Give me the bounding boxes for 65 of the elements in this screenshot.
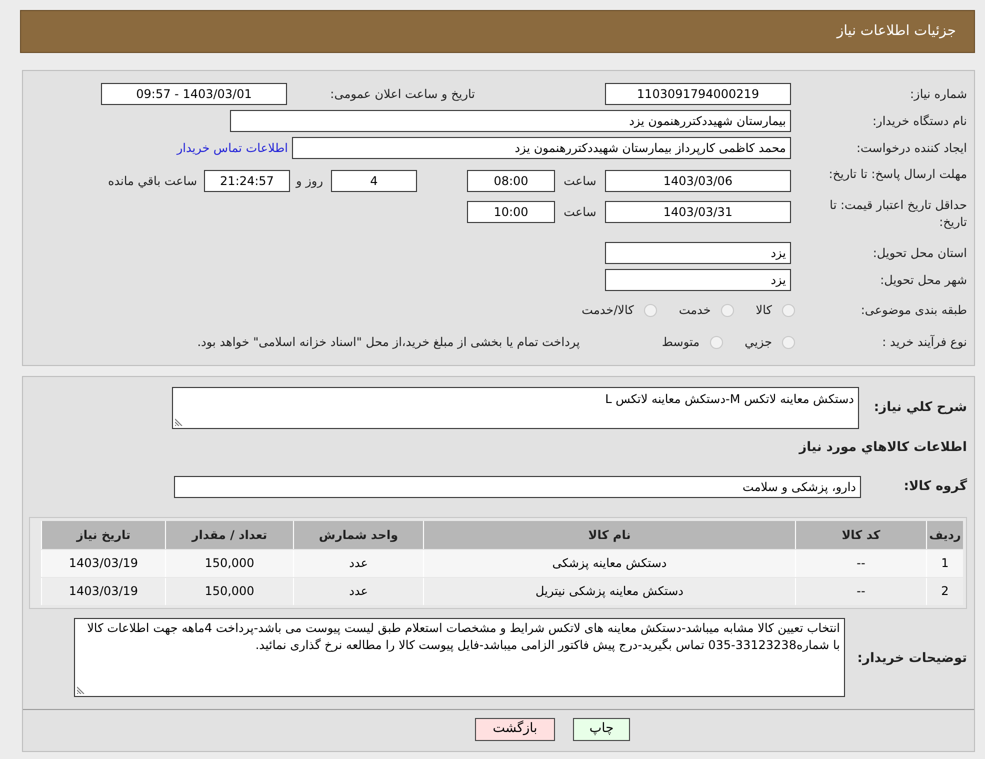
- input-field[interactable]: محمد کاظمی کارپرداز بیمارستان شهیددکتررهنمون یزد: [292, 137, 791, 159]
- column-header: تاریخ نیاز: [41, 520, 165, 548]
- table-cell: 150,000: [165, 550, 293, 576]
- field-label: شرح كلي نياز:: [872, 399, 967, 417]
- input-field[interactable]: یزد: [605, 269, 791, 291]
- radio-option[interactable]: خدمت: [678, 301, 734, 319]
- input-field[interactable]: 21:24:57: [204, 170, 290, 192]
- column-header: ردیف: [926, 520, 963, 548]
- contact-link[interactable]: اطلاعات تماس خریدار: [176, 137, 288, 159]
- process-note: پرداخت تمام یا بخشی از مبلغ خرید،از محل "اسناد خزانه اسلامی" خواهد بود.: [197, 334, 580, 351]
- input-field[interactable]: 1103091794000219: [605, 83, 791, 105]
- resize-grip-icon[interactable]: [77, 686, 85, 694]
- field-label: ایجاد کننده درخواست:: [855, 140, 967, 157]
- table-cell: عدد: [293, 578, 423, 604]
- field-label: استان محل تحویل:: [872, 245, 967, 262]
- radio-option[interactable]: کالا/خدمت: [582, 301, 657, 319]
- table-cell: --: [795, 550, 926, 576]
- table-cell: 1403/03/19: [41, 578, 165, 604]
- time-label: ساعت: [562, 204, 598, 221]
- input-field[interactable]: 1403/03/31: [605, 201, 791, 223]
- field-label: شماره نیاز:: [909, 86, 967, 103]
- table-cell: عدد: [293, 550, 423, 576]
- days-label: روز و: [296, 173, 323, 190]
- radio-option[interactable]: کالا: [756, 301, 795, 319]
- header-title: جزئیات اطلاعات نیاز: [836, 22, 956, 41]
- description-text: دستکش معاینه لاتکس M-دستکش معاینه لاتکس L: [604, 391, 855, 408]
- column-header: نام کالا: [423, 520, 795, 548]
- table-cell: 2: [926, 578, 963, 604]
- input-field[interactable]: دارو، پزشکی و سلامت: [174, 476, 861, 498]
- field-label: طبقه بندی موضوعی:: [860, 302, 967, 319]
- notes-field[interactable]: [74, 618, 845, 696]
- table-cell: 150,000: [165, 578, 293, 604]
- input-field[interactable]: 10:00: [467, 201, 555, 223]
- radio-option[interactable]: متوسط: [662, 333, 723, 351]
- input-field[interactable]: 4: [331, 170, 417, 192]
- back-button[interactable]: بازگشت: [475, 718, 555, 740]
- field-label: حداقل تاریخ اعتبار قیمت: تا تاریخ:: [828, 197, 967, 231]
- resize-grip-icon[interactable]: [175, 418, 183, 426]
- input-field[interactable]: 1403/03/06: [605, 170, 791, 192]
- field-label: تاریخ و ساعت اعلان عمومی:: [329, 86, 475, 103]
- table-cell: دستکش معاینه پزشکی نیتریل: [423, 578, 795, 604]
- field-label: توضیحات خریدار:: [856, 650, 967, 668]
- table-cell: 1: [926, 550, 963, 576]
- column-header: کد کالا: [795, 520, 926, 548]
- field-label: شهر محل تحویل:: [879, 272, 967, 289]
- notes-text: انتخاب تعیین کالا مشابه میباشد-دستکش معاینه های لاتکس شرایط و مشخصات استعلام طبق لیست پیوست می باشد-پرداخت 4ماهه جهت اطلاعات کالا با شماره33123238-035 تماس بگیرید-درج پیش فاکتور الزامی میباشد-فایل پیوست کالا را مطالعه نرخ گذاری نمائید.: [86, 620, 841, 654]
- print-button[interactable]: چاپ: [573, 718, 630, 740]
- input-field[interactable]: یزد: [605, 242, 791, 264]
- field-label: نوع فرآیند خرید :: [881, 334, 967, 351]
- column-header: تعداد / مقدار: [165, 520, 293, 548]
- time-label: ساعت: [562, 173, 598, 190]
- radio-option[interactable]: جزيي: [744, 333, 795, 351]
- input-field[interactable]: 08:00: [467, 170, 555, 192]
- table-cell: --: [795, 578, 926, 604]
- table-cell: دستکش معاینه پزشکی: [423, 550, 795, 576]
- section-heading: اطلاعات کالاهاي مورد نياز: [798, 439, 967, 457]
- table-cell: 1403/03/19: [41, 550, 165, 576]
- field-label: نام دستگاه خریدار:: [872, 113, 967, 130]
- input-field[interactable]: 1403/03/01 - 09:57: [101, 83, 287, 105]
- input-field[interactable]: بیمارستان شهیددکتررهنمون یزد: [230, 110, 791, 132]
- description-field[interactable]: دستکش معاینه لاتکس M-دستکش معاینه لاتکس L: [172, 387, 859, 429]
- field-label: مهلت ارسال پاسخ: تا تاریخ:: [828, 166, 967, 183]
- remaining-label: ساعت باقي مانده: [108, 173, 197, 190]
- field-label: گروه کالا:: [902, 477, 967, 496]
- column-header: واحد شمارش: [293, 520, 423, 548]
